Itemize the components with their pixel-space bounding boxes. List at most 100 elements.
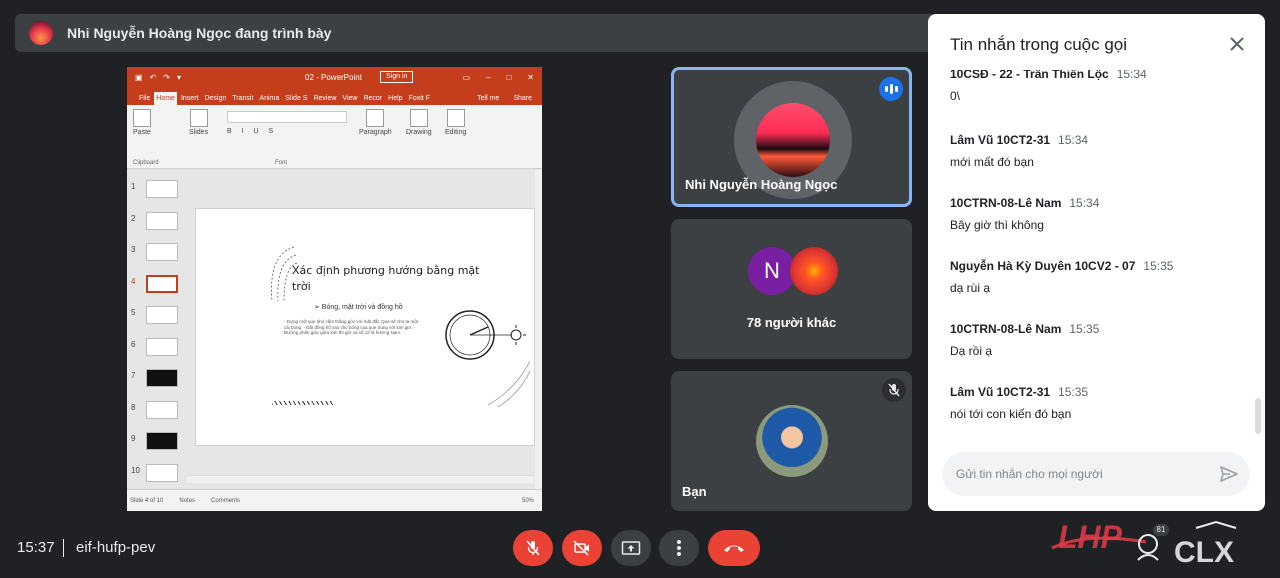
editing-label: Editing bbox=[445, 129, 467, 136]
window-buttons: ▭ – □ ✕ bbox=[462, 73, 534, 82]
clock-sun-diagram-icon bbox=[445, 310, 526, 360]
paragraph-group: Paragraph bbox=[359, 109, 392, 136]
ribbon-display-icon: ▭ bbox=[462, 72, 470, 82]
chat-message: 10CTRN-08-Lê Nam 15:35 Dạ rồi ạ bbox=[950, 320, 1099, 358]
tab-home: Home bbox=[154, 92, 177, 105]
sign-in-button: Sign in bbox=[380, 71, 414, 83]
svg-text:LHP: LHP bbox=[1058, 519, 1123, 555]
participant-tile-presenter[interactable]: Nhi Nguyễn Hoàng Ngọc bbox=[671, 67, 912, 207]
message-time: 15:34 bbox=[1116, 70, 1147, 81]
chat-scrollbar[interactable] bbox=[1255, 398, 1261, 434]
message-sender: 10CSĐ - 22 - Trần Thiên Lộc bbox=[950, 70, 1109, 81]
message-time: 15:34 bbox=[1069, 196, 1100, 210]
paragraph-icon bbox=[366, 109, 385, 127]
tab-file: File bbox=[139, 95, 151, 102]
tab-record: Recor bbox=[363, 95, 383, 102]
camera-off-icon bbox=[573, 540, 589, 556]
message-sender: 10CTRN-08-Lê Nam bbox=[950, 322, 1062, 336]
slide-thumbnails: 1 2 3 4 5 6 7 8 9 10 bbox=[127, 170, 187, 489]
editing-group: Editing bbox=[445, 109, 466, 136]
thumbnail-image bbox=[146, 180, 178, 198]
more-options-button[interactable] bbox=[659, 530, 699, 566]
thumbnail: 1 bbox=[127, 180, 187, 204]
chat-input[interactable] bbox=[956, 464, 1196, 484]
share-button: Share bbox=[513, 95, 532, 102]
chat-panel: Tin nhắn trong cuộc gọi 10CSĐ - 22 - Trầ… bbox=[928, 14, 1265, 511]
message-sender: Nguyễn Hà Kỳ Duyên 10CV2 - 07 bbox=[950, 259, 1136, 273]
tell-me-search: Tell me bbox=[477, 95, 500, 102]
chat-message: Lâm Vũ 10CT2-31 15:34 mới mất đó bạn bbox=[950, 131, 1088, 169]
thumbnail-number: 10 bbox=[131, 466, 140, 475]
message-text: 0\ bbox=[950, 89, 961, 103]
slides-label: Slides bbox=[189, 129, 209, 136]
message-text: mới mất đó bạn bbox=[950, 155, 1034, 169]
camera-toggle-button[interactable] bbox=[562, 530, 602, 566]
thumbnail-number: 9 bbox=[131, 434, 136, 443]
redo-icon: ↷ bbox=[163, 72, 170, 82]
more-vert-icon bbox=[677, 540, 681, 556]
tab-transitions: Transit bbox=[232, 95, 254, 102]
vertical-scrollbar bbox=[535, 170, 542, 489]
chat-message: 10CTRN-08-Lê Nam 15:34 Bây giờ thì không bbox=[950, 194, 1099, 232]
presenter-label: Nhi Nguyễn Hoàng Ngọc đang trình bày bbox=[67, 25, 332, 41]
participant-tile-others[interactable]: N 78 người khác bbox=[671, 219, 912, 359]
chat-title: Tin nhắn trong cuộc gọi bbox=[950, 35, 1128, 54]
tab-design: Design bbox=[204, 95, 227, 102]
thumbnail-image bbox=[146, 306, 178, 324]
slide-counter: Slide 4 of 10 bbox=[130, 497, 164, 504]
present-icon bbox=[621, 541, 641, 555]
microphone-toggle-button[interactable] bbox=[513, 530, 553, 566]
participant-name: Nhi Nguyễn Hoàng Ngọc bbox=[685, 177, 838, 192]
message-text: Dạ rồi ạ bbox=[950, 344, 993, 358]
message-time: 15:35 bbox=[1069, 322, 1100, 336]
thumbnail: 8 bbox=[127, 401, 187, 425]
mic-off-icon bbox=[882, 378, 906, 402]
presenter-avatar bbox=[29, 21, 53, 45]
thumbnail-number: 3 bbox=[131, 245, 136, 254]
minimize-icon: – bbox=[486, 72, 491, 82]
watermark-logo: LHP CLX bbox=[1051, 519, 1237, 569]
decorative-hatch bbox=[272, 401, 334, 405]
thumbnail-number: 2 bbox=[131, 214, 136, 223]
tab-view: View bbox=[342, 95, 358, 102]
clock: 15:37 bbox=[17, 539, 55, 556]
mic-off-icon bbox=[526, 540, 540, 556]
thumbnail-image bbox=[146, 401, 178, 419]
presenter-bar: Nhi Nguyễn Hoàng Ngọc đang trình bày bbox=[15, 14, 945, 52]
notes-button: Notes bbox=[179, 497, 196, 504]
thumbnail: 2 bbox=[127, 212, 187, 236]
chat-message: Nguyễn Hà Kỳ Duyên 10CV2 - 07 15:35 dạ rù… bbox=[950, 257, 1173, 295]
tab-review: Review bbox=[313, 95, 337, 102]
chat-message-list[interactable]: 10CSĐ - 22 - Trần Thiên Lộc 15:34 0\ Lâm … bbox=[928, 70, 1265, 444]
avatar-letter: N bbox=[748, 247, 796, 295]
slide-subtitle: ➢ Bóng, mặt trời và đồng hồ bbox=[314, 304, 403, 311]
powerpoint-body: 1 2 3 4 5 6 7 8 9 10 Xác định phương hướ… bbox=[127, 170, 542, 489]
thumbnail-image bbox=[146, 369, 178, 387]
new-slide-icon bbox=[189, 109, 208, 127]
present-screen-button[interactable] bbox=[611, 530, 651, 566]
powerpoint-titlebar: ▣ ↶ ↷ ▾ 02 - PowerPoint Sign in ▭ – □ ✕ bbox=[127, 67, 542, 87]
current-slide: Xác định phương hướng bằng mặt trời ➢ Bó… bbox=[195, 208, 535, 446]
thumbnail-number: 8 bbox=[131, 403, 136, 412]
message-text: dạ rùi ạ bbox=[950, 281, 991, 295]
message-sender: Lâm Vũ 10CT2-31 bbox=[950, 133, 1051, 147]
paste-group: Paste bbox=[133, 109, 151, 136]
zoom-level: 50% bbox=[521, 497, 534, 504]
leave-call-button[interactable] bbox=[708, 530, 760, 566]
tab-slideshow: Slide S bbox=[285, 95, 308, 102]
divider bbox=[63, 539, 64, 557]
send-icon[interactable] bbox=[1218, 463, 1240, 485]
tab-help: Help bbox=[388, 95, 403, 102]
speaking-indicator-icon bbox=[879, 77, 903, 101]
thumbnail-image bbox=[146, 243, 178, 261]
message-sender: 10CTRN-08-Lê Nam bbox=[950, 196, 1062, 210]
message-time: 15:35 bbox=[1058, 385, 1089, 399]
participant-tile-self[interactable]: Bạn bbox=[671, 371, 912, 511]
chat-input-box[interactable] bbox=[942, 452, 1250, 496]
horizontal-scrollbar bbox=[187, 475, 534, 483]
slide-bullets: - Dựng một que nhỏ cắm thẳng góc với mặt… bbox=[284, 319, 419, 335]
ribbon: Paste Slides B I U S Paragraph Drawing E… bbox=[127, 105, 542, 169]
close-icon[interactable] bbox=[1227, 34, 1247, 54]
chat-message: Lâm Vũ 10CT2-31 15:35 nói tới con kiến đó… bbox=[950, 383, 1088, 421]
font-name-box bbox=[227, 111, 347, 123]
